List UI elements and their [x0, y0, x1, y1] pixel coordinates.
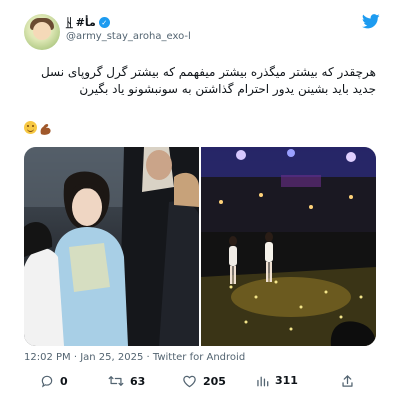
heart-icon [182, 374, 197, 388]
twitter-bird-icon [361, 14, 380, 33]
like-count: 205 [203, 374, 226, 388]
bar-chart-icon [256, 374, 269, 387]
media-gallery[interactable] [24, 147, 376, 346]
reply-icon [40, 374, 54, 388]
tweet-date[interactable]: Jan 25, 2025 [80, 352, 143, 363]
retweet-icon [108, 374, 124, 388]
reply-count: 0 [60, 374, 68, 388]
media-photo-2[interactable] [201, 147, 376, 346]
views-button[interactable]: 311 [256, 374, 298, 387]
retweet-button[interactable]: 63 [108, 374, 145, 388]
emoji-row [24, 121, 52, 135]
verified-icon: ✓ [98, 17, 110, 28]
media-photo-1[interactable] [24, 147, 199, 346]
tweet-text: هرچقدر که بیشتر میگذره بیشتر میفهمم که ب… [40, 65, 376, 96]
share-icon [341, 374, 354, 388]
action-bar: 0 63 205 311 [24, 374, 376, 388]
like-button[interactable]: 205 [182, 374, 226, 388]
reply-button[interactable]: 0 [40, 374, 68, 388]
author-name: #مأ [75, 16, 96, 29]
tweet-source[interactable]: Twitter for Android [153, 352, 245, 363]
author-handle[interactable]: @army_stay_aroha_exo-l [66, 31, 191, 42]
view-count: 311 [275, 374, 298, 387]
retweet-count: 63 [130, 374, 146, 388]
avatar[interactable] [24, 14, 60, 50]
smiling-face-icon [24, 121, 37, 134]
author-display-name[interactable]: ᚺ̲ #مأ ✓ [66, 16, 110, 29]
tweet-time[interactable]: 12:02 PM [24, 352, 71, 363]
share-button[interactable] [341, 374, 354, 388]
author-name-prefix: ᚺ̲ [66, 16, 73, 29]
tweet-card: ᚺ̲ #مأ ✓ @army_stay_aroha_exo-l هرچقدر ک… [0, 0, 400, 400]
flexed-biceps-icon [39, 121, 52, 135]
meta-separator-2: · [143, 352, 153, 363]
tweet-meta: 12:02 PM · Jan 25, 2025 · Twitter for An… [24, 352, 245, 363]
meta-separator: · [70, 352, 81, 363]
